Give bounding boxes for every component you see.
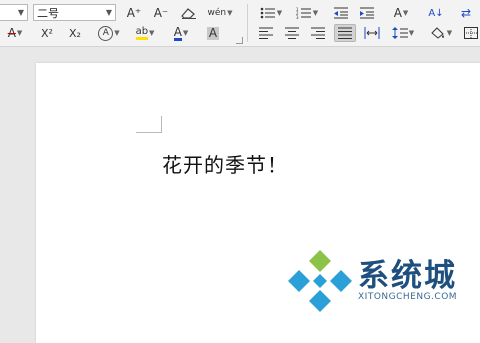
align-center-icon [285,27,299,39]
text-effects-icon: A [393,6,402,20]
justify-icon [338,27,352,39]
character-shading-button[interactable]: A [203,24,223,42]
paint-bucket-icon [431,27,444,39]
watermark-url: XITONGCHENG.COM [358,292,458,302]
subscript-icon: X₂ [69,26,81,40]
character-border-button[interactable]: A ▼ [94,24,124,42]
grow-font-icon: A⁺ [126,6,142,20]
increase-indent-button[interactable] [357,4,377,22]
font-size-value: 二号 [37,6,59,20]
chevron-down-icon: ▼ [312,9,319,17]
indent-icon [360,7,374,19]
superscript-button[interactable]: X² [36,24,58,42]
numbering-button[interactable]: 1 2 3 ▼ [292,4,322,22]
phonetic-guide-button[interactable]: wén ▼ [206,4,234,22]
chevron-down-icon: ▼ [402,9,409,17]
align-left-button[interactable] [256,24,276,42]
outdent-icon [334,7,348,19]
ribbon-separator [247,4,248,42]
character-border-icon: A [98,25,114,41]
font-dialog-launcher[interactable] [236,37,243,44]
document-body-text[interactable]: 花开的季节！ [162,149,288,178]
chevron-down-icon: ▼ [105,8,112,17]
font-color-icon: A [173,24,182,41]
text-effects-button[interactable]: A ▼ [387,4,415,22]
clear-format-button[interactable] [178,4,200,22]
eraser-icon [181,8,196,19]
distributed-button[interactable] [362,24,382,42]
align-right-icon [311,27,325,39]
line-spacing-icon [391,27,408,39]
strikethrough-button[interactable]: A ▼ [0,24,30,42]
diamond-logo-icon [288,250,352,312]
superscript-icon: X² [41,26,53,40]
margin-corner-mark [136,132,162,133]
sort-icon: A↓ [428,7,444,19]
align-right-button[interactable] [308,24,328,42]
ribbon-toolbar: ▼ 二号 ▼ A⁺ A⁻ wén ▼ ▼ 1 2 3 ▼ A ▼ A↓ ⇄ A ▼ X² [0,0,480,47]
subscript-button[interactable]: X₂ [64,24,86,42]
chevron-down-icon: ▼ [276,9,283,17]
bullets-button[interactable]: ▼ [256,4,286,22]
numbered-list-icon: 123 [296,7,311,19]
distributed-icon [364,27,380,39]
shrink-font-icon: A⁻ [153,6,169,20]
svg-text:3: 3 [296,15,299,19]
font-name-combo[interactable]: ▼ [0,4,28,21]
borders-icon [464,27,478,39]
font-size-combo[interactable]: 二号 ▼ [33,4,116,21]
justify-button[interactable] [334,24,356,42]
shrink-font-button[interactable]: A⁻ [150,4,172,22]
shading-button[interactable]: ▼ [426,24,456,42]
sort-button[interactable]: A↓ [426,4,446,22]
margin-corner-mark [161,116,162,133]
align-center-button[interactable] [282,24,302,42]
chevron-down-icon: ▼ [16,29,23,37]
chevron-down-icon: ▼ [182,29,189,37]
strikethrough-icon: A [7,26,16,40]
site-watermark: 系统城 XITONGCHENG.COM [288,246,478,316]
watermark-name: 系统城 [358,258,457,294]
chevron-down-icon: ▼ [114,29,120,37]
show-marks-button[interactable]: ⇄ [456,4,476,22]
show-marks-icon: ⇄ [460,6,472,20]
font-color-button[interactable]: A ▼ [166,24,196,42]
chevron-down-icon: ▼ [446,29,453,37]
highlighter-icon: ab [135,26,149,40]
chevron-down-icon: ▼ [227,9,233,17]
chevron-down-icon: ▼ [408,29,415,37]
chevron-down-icon: ▼ [17,8,24,17]
align-left-icon [259,27,273,39]
chevron-down-icon: ▼ [149,29,155,37]
character-shading-icon: A [206,25,220,40]
borders-button[interactable] [462,24,480,42]
grow-font-button[interactable]: A⁺ [123,4,145,22]
bullet-list-icon [260,7,275,19]
decrease-indent-button[interactable] [331,4,351,22]
line-spacing-button[interactable]: ▼ [388,24,418,42]
phonetic-icon: wén [207,8,227,18]
highlight-button[interactable]: ab ▼ [130,24,160,42]
